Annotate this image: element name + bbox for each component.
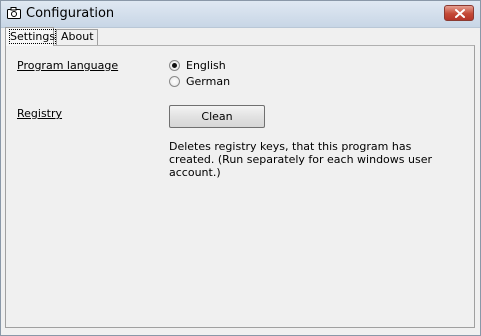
tab-settings-label: Settings bbox=[8, 29, 57, 44]
german-label[interactable]: German bbox=[186, 75, 230, 88]
tab-about-label: About bbox=[61, 30, 94, 43]
registry-description: Deletes registry keys, that this program… bbox=[169, 140, 433, 179]
settings-panel: Program language English German Registry… bbox=[5, 45, 475, 328]
title-bar[interactable]: Configuration bbox=[1, 1, 480, 28]
radio-selected-dot bbox=[172, 63, 177, 68]
window-title: Configuration bbox=[26, 6, 115, 21]
close-icon bbox=[455, 9, 465, 18]
tab-settings[interactable]: Settings bbox=[5, 27, 57, 46]
close-button[interactable] bbox=[444, 5, 474, 21]
tab-about[interactable]: About bbox=[56, 29, 98, 45]
camera-icon bbox=[7, 7, 21, 19]
english-label[interactable]: English bbox=[186, 59, 226, 72]
registry-label: Registry bbox=[17, 107, 63, 120]
configuration-window: Configuration Settings About Program lan… bbox=[0, 0, 481, 336]
english-radio-button[interactable] bbox=[169, 60, 180, 71]
clean-button[interactable]: Clean bbox=[169, 105, 265, 128]
program-language-label: Program language bbox=[17, 59, 119, 72]
german-radio-button[interactable] bbox=[169, 76, 180, 87]
